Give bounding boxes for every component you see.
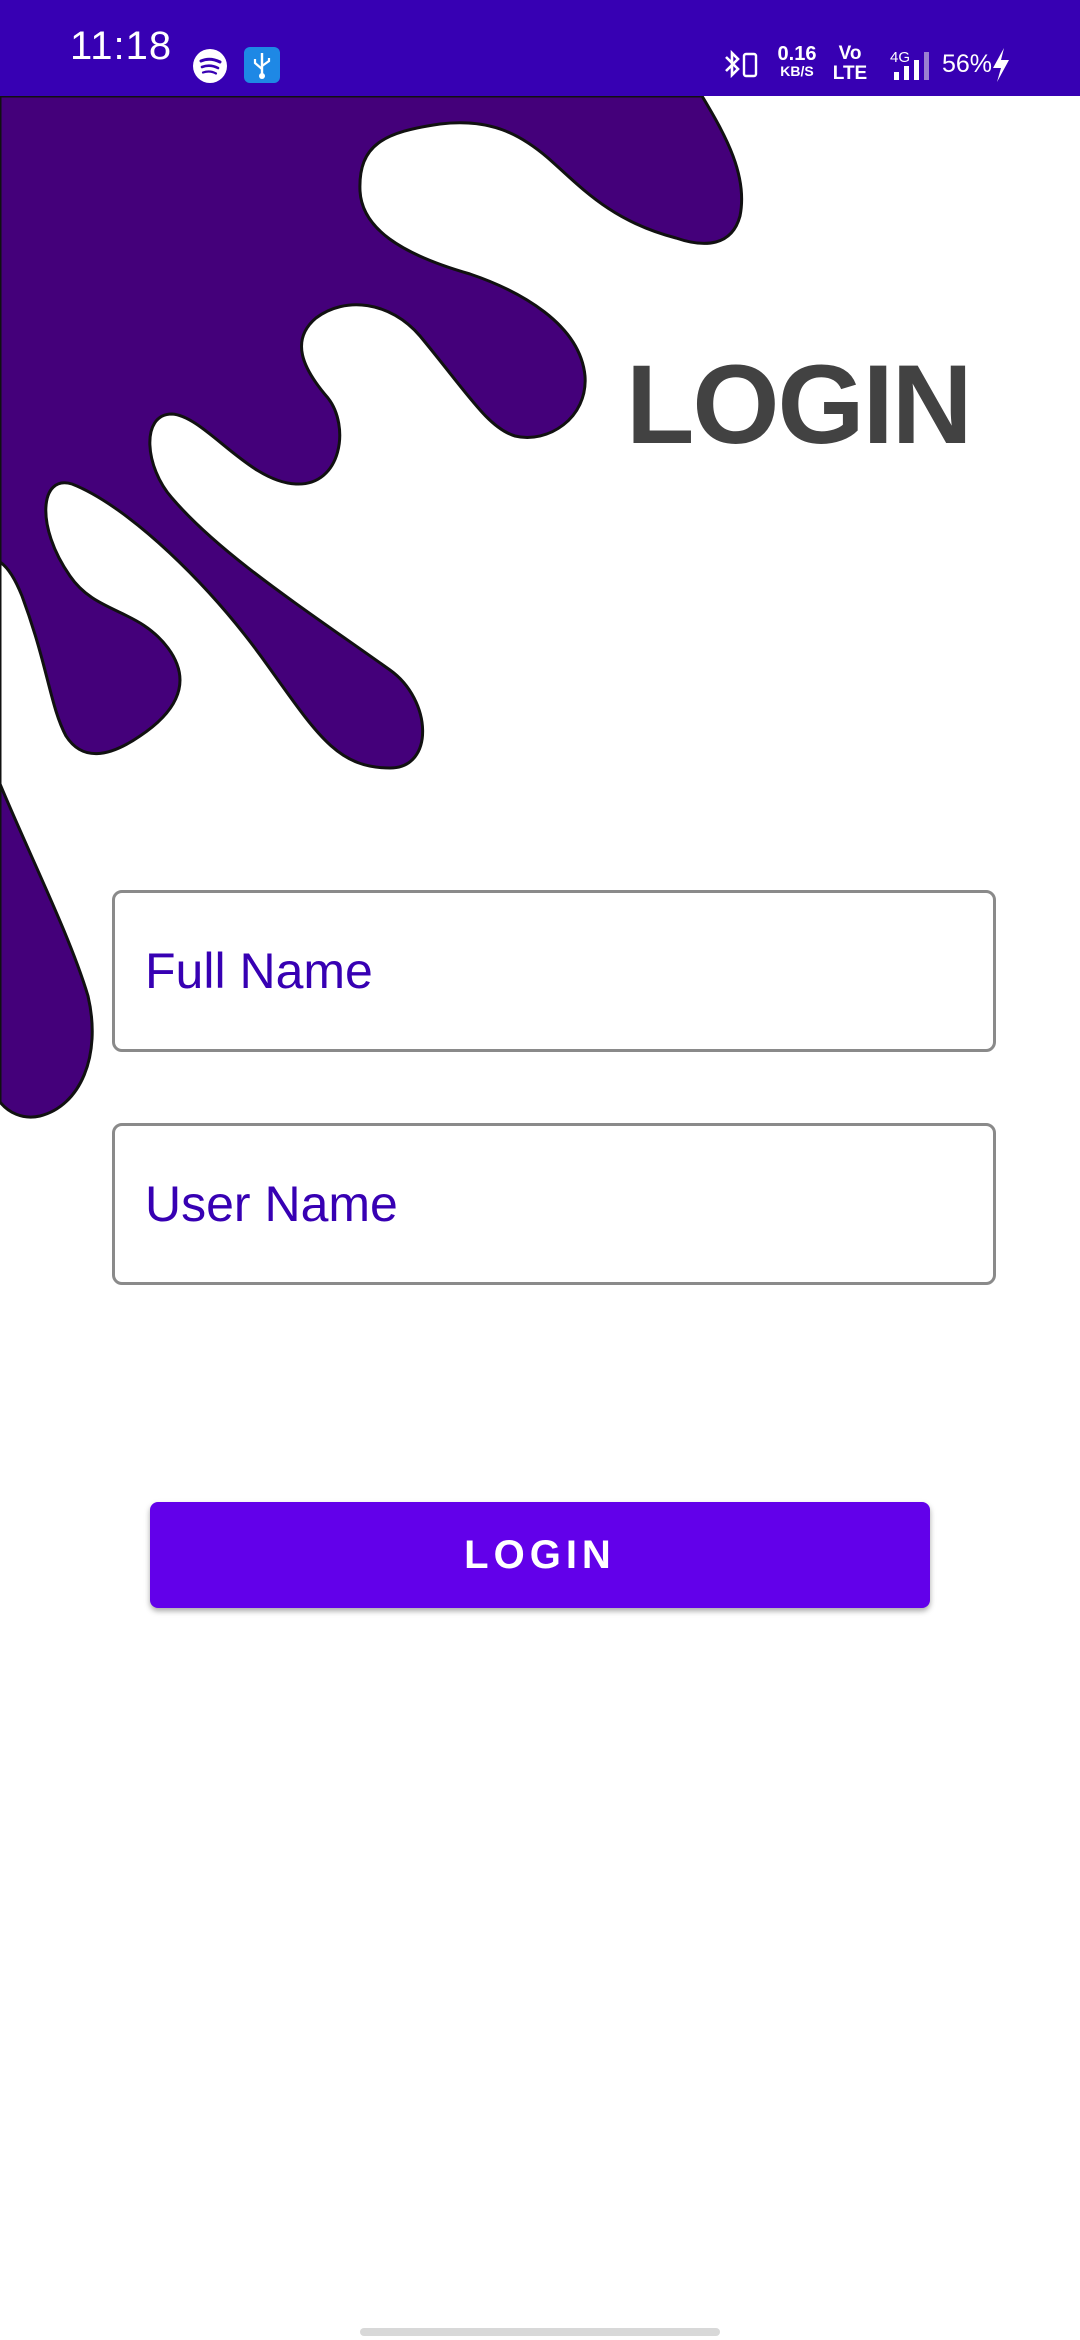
full-name-field[interactable]: Full Name [112,890,996,1052]
volte-indicator: Vo LTE [830,44,870,84]
user-name-placeholder: User Name [145,1176,398,1232]
login-button[interactable]: LOGIN [150,1502,930,1608]
user-name-field[interactable]: User Name [112,1123,996,1285]
usb-icon [244,47,280,83]
battery-level: 56% [942,50,993,78]
signal-icon: 4G [890,49,929,80]
bluetooth-icon [725,49,758,79]
volte-top: Vo [838,43,862,64]
network-type: 4G [890,49,910,66]
status-bar: 11:18 0.16 KB/S Vo LTE 4G 56% [0,0,1080,96]
network-speed-value: 0.16 [777,43,817,65]
volte-bottom: LTE [832,63,868,84]
home-indicator[interactable] [360,2328,720,2336]
full-name-placeholder: Full Name [145,943,373,999]
network-speed-unit: KB/S [780,63,814,79]
network-speed: 0.16 KB/S [772,44,822,78]
status-time: 11:18 [70,24,173,68]
page-title: LOGIN [626,342,973,467]
spotify-icon [193,49,227,83]
charging-icon [993,48,1009,82]
